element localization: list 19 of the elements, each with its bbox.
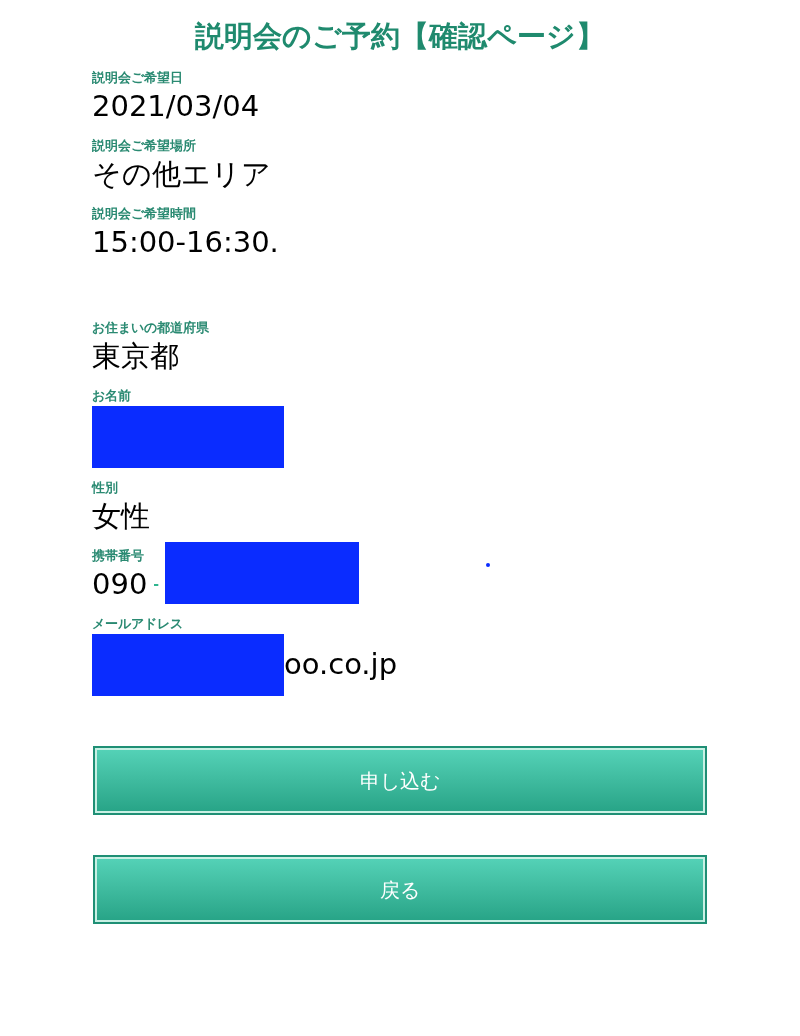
field-value: 15:00-16:30. [92,224,279,261]
form-button[interactable]: 申し込む [93,746,707,815]
phone-separator: - [153,575,160,594]
page-title: 説明会のご予約【確認ページ】 [194,18,606,55]
field-label: お住まいの都道府県 [92,320,209,336]
field-value: 女性 [92,498,150,535]
field-value: その他エリア [92,156,271,193]
field-value: oo.co.jp [284,646,398,683]
field-label: 説明会ご希望日 [92,70,183,86]
field-label: 性別 [92,480,118,496]
field-label: 説明会ご希望場所 [92,138,196,154]
field-label: メールアドレス [92,616,183,632]
field-value: 東京都 [92,338,179,375]
field-value: 090 [92,566,148,603]
field-label: 説明会ご希望時間 [92,206,196,222]
form-button[interactable]: 戻る [93,855,707,924]
field-label: 携帯番号 [92,548,144,564]
field-label: お名前 [92,388,131,404]
field-value: 2021/03/04 [92,88,260,125]
